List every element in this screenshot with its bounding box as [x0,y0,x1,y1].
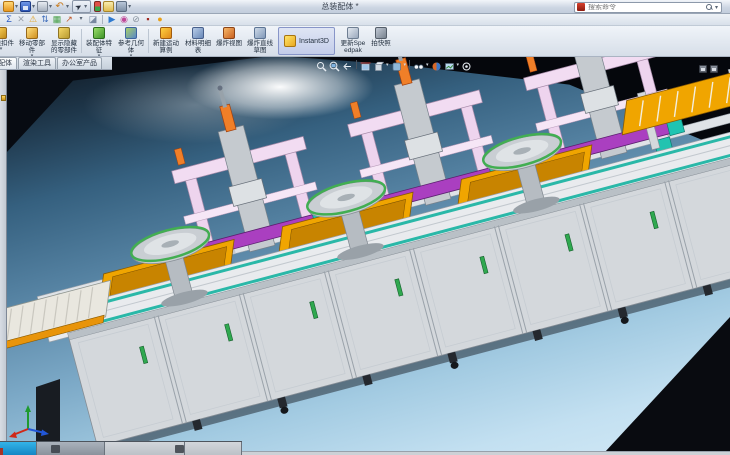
render-icon[interactable]: ● [154,14,166,25]
take-snapshot-icon [375,27,387,39]
taskbar-button-active[interactable] [0,442,37,455]
hud-separator [409,60,410,69]
exploded-view-button[interactable]: 爆炸视图 [214,26,244,56]
undo-dropdown-icon[interactable]: ▾ [66,3,69,10]
scene-dropdown-icon[interactable]: ▾ [457,62,460,68]
show-hidden-components-button[interactable]: 显示隐藏的零部件 [48,26,80,56]
component-preview-icon[interactable]: ◪ [87,14,99,25]
rebuild-icon[interactable] [94,1,101,12]
magnifier-icon[interactable] [706,4,713,11]
solidworks-search-badge-icon [577,3,585,11]
title-bar: ▾ ▾ ▾ ↶▾ ➤▾ ▾ 总装配体 * ▾ [0,0,730,14]
solidworks-window: ▾ ▾ ▾ ↶▾ ➤▾ ▾ 总装配体 * ▾ Σ ✕ ⚠ ⇅ ▦ ↗ ▾ ◪ ▶… [0,0,730,455]
apply-scene-icon[interactable] [444,59,455,70]
take-snapshot-button[interactable]: 拍快照 [369,26,393,56]
reference-geometry-icon [125,27,137,39]
reference-geometry-button[interactable]: 参考几何体 [115,26,147,56]
no-preview-icon[interactable]: ⊘ [130,14,142,25]
select-tool-button[interactable]: ➤▾ [72,0,91,13]
taskbar-app-icon [175,445,184,453]
section-view-icon[interactable] [360,59,371,70]
move-component-icon [26,27,38,39]
mass-properties-icon[interactable]: ▦ [51,14,63,25]
edit-appearance-icon[interactable] [431,59,442,70]
update-speedpak-button[interactable]: 更新Speedpak [337,26,369,56]
interference-detection-icon[interactable]: ⚠ [27,14,39,25]
command-manager: 智能扣件 移动零部件 显示隐藏的零部件 装配体特征 参考几何体 新建运动算例 材… [0,26,730,57]
command-search[interactable]: ▾ [574,2,722,13]
heads-up-view-toolbar: ▾ ▾ ▾ ▾ [316,59,472,70]
hide-show-dropdown-icon[interactable]: ▾ [426,62,429,68]
display-style-dropdown-icon[interactable]: ▾ [404,62,407,68]
save-dropdown-icon[interactable]: ▾ [32,3,35,10]
zoom-fit-icon[interactable] [316,59,327,70]
update-speedpak-icon [347,27,359,39]
more-dropdown-icon[interactable]: ▾ [75,14,87,25]
print-icon[interactable] [37,1,48,12]
equations-icon[interactable]: Σ [3,14,15,25]
assembly-features-icon [93,27,105,39]
motion-icon[interactable]: ▶ [106,14,118,25]
search-input[interactable] [588,4,704,11]
bill-of-materials-button[interactable]: 材料明细表 [182,26,214,56]
taskbar-button[interactable] [105,442,185,455]
tab-render-tools[interactable]: 渲染工具 [18,57,56,69]
doc-restore-icon[interactable] [699,65,707,73]
measure-icon[interactable]: ⇅ [39,14,51,25]
zoom-to-area-icon[interactable] [329,59,340,70]
display-style-icon[interactable] [391,59,402,70]
options-icon[interactable] [116,1,127,12]
toolbar-separator [102,15,103,24]
taskbar-button[interactable] [185,442,242,455]
file-properties-icon[interactable] [103,1,114,12]
quick-toolbar: Σ ✕ ⚠ ⇅ ▦ ↗ ▾ ◪ ▶ ◉ ⊘ ▪ ● [0,14,730,26]
tab-office-products[interactable]: 办公室产品 [57,57,102,69]
exploded-view-icon [223,27,235,39]
hud-separator [356,60,357,69]
feature-manager-strip[interactable] [0,57,7,451]
explode-line-sketch-button[interactable]: 爆炸直线草图 [244,26,276,56]
tab-assembly[interactable]: 装配体 [0,57,17,69]
taskbar-button[interactable] [37,442,105,455]
smart-fasteners-button[interactable]: 智能扣件 [0,26,16,56]
machine-illustration [0,57,730,451]
appearance-icon[interactable]: ◉ [118,14,130,25]
screen-edge-artifact [0,448,3,455]
taskbar-fragment [0,441,242,455]
bill-of-materials-icon [192,27,204,39]
new-motion-study-button[interactable]: 新建运动算例 [150,26,182,56]
external-references-icon[interactable]: ↗ [63,14,75,25]
hide-show-items-icon[interactable] [413,59,424,70]
previous-view-icon[interactable] [342,59,353,70]
search-scope-dropdown-icon[interactable]: ▾ [715,4,718,11]
show-hidden-components-icon [58,27,70,39]
assembly-features-button[interactable]: 装配体特征 [83,26,115,56]
instant3d-icon [284,35,296,47]
view-settings-icon[interactable] [461,59,472,70]
explode-line-sketch-icon [254,27,266,39]
trim-icon[interactable]: ✕ [15,14,27,25]
taskbar-app-icon [51,445,60,453]
ribbon-separator [81,29,82,53]
save-icon[interactable] [20,1,31,12]
undo-icon[interactable]: ↶ [54,1,65,12]
doc-close-icon[interactable] [710,65,718,73]
open-icon[interactable] [3,1,14,12]
view-orientation-icon[interactable] [373,59,384,70]
options-dropdown-icon[interactable]: ▾ [128,3,131,10]
instant3d-button[interactable]: Instant3D [278,27,335,55]
open-dropdown-icon[interactable]: ▾ [15,3,18,10]
scene-icon[interactable]: ▪ [142,14,154,25]
assembly-doc-icon [1,95,6,101]
orientation-dropdown-icon[interactable]: ▾ [386,62,389,68]
graphics-area[interactable]: ▾ ▾ ▾ ▾ [0,57,730,451]
smart-fasteners-icon [0,27,7,39]
ribbon-separator [148,29,149,53]
move-component-button[interactable]: 移动零部件 [16,26,48,56]
document-window-controls [699,65,718,73]
command-manager-tabs: 装配体 渲染工具 办公室产品 [0,57,112,70]
document-title: 总装配体 * [240,1,440,12]
print-dropdown-icon[interactable]: ▾ [49,3,52,10]
new-motion-study-icon [160,27,172,39]
